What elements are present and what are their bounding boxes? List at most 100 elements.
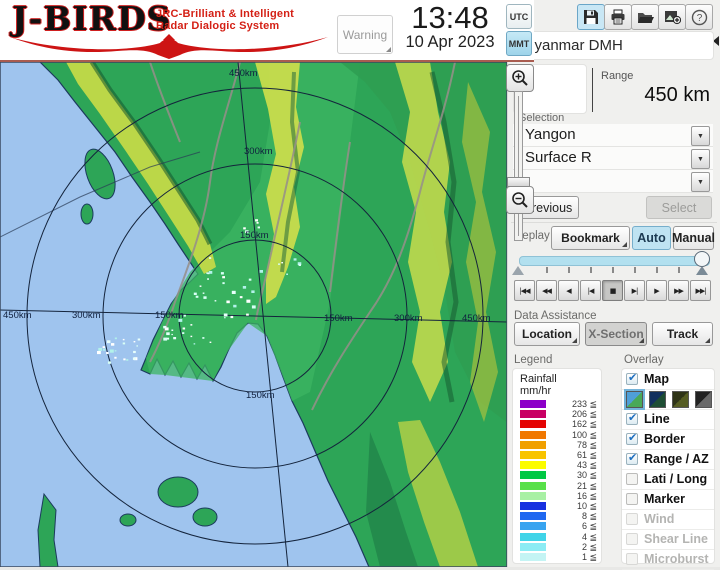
product-dropdown[interactable]: Surface R ▼ (513, 147, 713, 170)
legend-swatch (520, 543, 546, 551)
zoom-in-button[interactable] (506, 64, 534, 92)
warning-button[interactable]: Warning (337, 15, 393, 54)
legend-entry: 10 ≦ (513, 501, 601, 511)
slider-tick (590, 267, 592, 273)
legend-entry: 1 ≦ (513, 552, 601, 562)
svg-text:?: ? (696, 13, 702, 24)
overlay-item-label: Range / AZ (644, 452, 709, 466)
rain-echo (224, 317, 226, 318)
location-button[interactable]: Location (514, 322, 580, 346)
rain-echo (171, 330, 173, 332)
rain-echo (182, 332, 184, 334)
help-button[interactable]: ? (685, 4, 713, 30)
overlay-item-marker[interactable]: Marker (622, 490, 714, 510)
rain-echo (286, 274, 288, 276)
replay-slider-track[interactable] (519, 256, 710, 266)
slider-tick (678, 267, 680, 273)
overlay-label: Overlay (624, 354, 664, 366)
rain-echo (255, 219, 258, 221)
legend-entry: 233 ≦ (513, 399, 601, 409)
print-button[interactable] (604, 4, 632, 30)
manual-mode-button[interactable]: Manual (673, 226, 714, 250)
slider-tick (612, 267, 614, 273)
map-style-thumb-1[interactable] (649, 391, 666, 408)
playback-button-3[interactable]: |◀ (580, 280, 601, 301)
legend-entry: 6 ≦ (513, 521, 601, 531)
playback-button-0[interactable]: |◀◀ (514, 280, 535, 301)
map-style-thumb-0[interactable] (626, 391, 643, 408)
legend-entry: 8 ≦ (513, 511, 601, 521)
product-dropdown-arrow[interactable]: ▼ (691, 149, 710, 169)
clock-date: 10 Apr 2023 (397, 33, 503, 52)
zoom-slider-track[interactable] (514, 91, 523, 241)
rain-echo (98, 348, 102, 351)
legend-swatch (520, 400, 546, 408)
utc-button[interactable]: UTC (506, 4, 532, 29)
legend-unit-1: Rainfall (520, 373, 557, 385)
rain-echo (191, 336, 193, 337)
playback-button-7[interactable]: ▶▶ (668, 280, 689, 301)
overlay-item-map[interactable]: ✔Map (622, 370, 714, 390)
rain-echo (203, 293, 205, 294)
playback-button-5[interactable]: ▶| (624, 280, 645, 301)
legend-swatch (520, 533, 546, 541)
save-button[interactable] (577, 4, 605, 30)
map-style-thumb-2[interactable] (672, 391, 689, 408)
playback-button-6[interactable]: ▶ (646, 280, 667, 301)
open-folder-button[interactable] (631, 4, 659, 30)
slider-tick (546, 267, 548, 273)
rain-echo (231, 316, 234, 318)
rain-echo (221, 272, 224, 274)
print-icon (610, 9, 626, 25)
rain-echo (133, 358, 136, 360)
rain-echo (232, 291, 236, 294)
ring-label: 150km (155, 310, 184, 321)
playback-button-8[interactable]: ▶▶| (690, 280, 711, 301)
zoom-out-button[interactable] (506, 186, 534, 214)
playback-button-2[interactable]: ◀ (558, 280, 579, 301)
rain-echo (136, 345, 138, 346)
legend-value: 1 ≦ (582, 552, 597, 563)
overlay-item-label: Border (644, 432, 685, 446)
rain-echo (240, 296, 243, 298)
radar-map[interactable]: 450km300km150km450km300km150km150km300km… (0, 62, 507, 567)
snapshot-add-button[interactable] (658, 4, 686, 30)
slider-tick (568, 267, 570, 273)
replay-slider-handle[interactable] (694, 251, 710, 267)
option-dropdown[interactable]: ▼ (513, 170, 713, 193)
overlay-item-lati-long[interactable]: Lati / Long (622, 470, 714, 490)
track-button[interactable]: Track (652, 322, 713, 346)
jbirds-app: 450km300km150km450km300km150km150km300km… (0, 0, 720, 567)
select-button[interactable]: Select (646, 196, 712, 219)
playback-button-4[interactable]: ■ (602, 280, 623, 301)
overlay-item-wind[interactable]: Wind (622, 510, 714, 530)
legend-entry: 21 ≦ (513, 481, 601, 491)
legend-swatch (520, 502, 546, 510)
site-dropdown[interactable]: Yangon ▼ (513, 124, 713, 147)
x-section-button[interactable]: X-Section (585, 322, 647, 346)
logo-title: J-BIRDS (12, 0, 172, 38)
mmt-button[interactable]: MMT (506, 31, 532, 56)
overlay-item-microburst[interactable]: Microburst (622, 550, 714, 570)
map-style-thumb-3[interactable] (695, 391, 712, 408)
bookmark-button[interactable]: Bookmark (551, 226, 630, 250)
logo-subtitle: JRC-Brilliant & Intelligent Radar Dialog… (156, 8, 294, 32)
option-dropdown-arrow[interactable]: ▼ (691, 172, 710, 192)
corner-arrow-icon (705, 338, 710, 343)
range-divider (592, 68, 593, 112)
rain-echo (294, 258, 297, 260)
overlay-item-shear-line[interactable]: Shear Line (622, 530, 714, 550)
playback-button-1[interactable]: ◀◀ (536, 280, 557, 301)
rain-echo (114, 357, 116, 359)
ring-label: 150km (324, 313, 353, 324)
auto-mode-button[interactable]: Auto (632, 226, 671, 250)
overlay-item-border[interactable]: ✔Border (622, 430, 714, 450)
overlay-item-line[interactable]: ✔Line (622, 410, 714, 430)
ring-label: 150km (240, 230, 269, 241)
rain-echo (233, 305, 236, 308)
rain-echo (202, 337, 204, 339)
slider-tick (634, 267, 636, 273)
overlay-item-label: Line (644, 412, 670, 426)
overlay-item-range-az[interactable]: ✔Range / AZ (622, 450, 714, 470)
site-dropdown-arrow[interactable]: ▼ (691, 126, 710, 146)
